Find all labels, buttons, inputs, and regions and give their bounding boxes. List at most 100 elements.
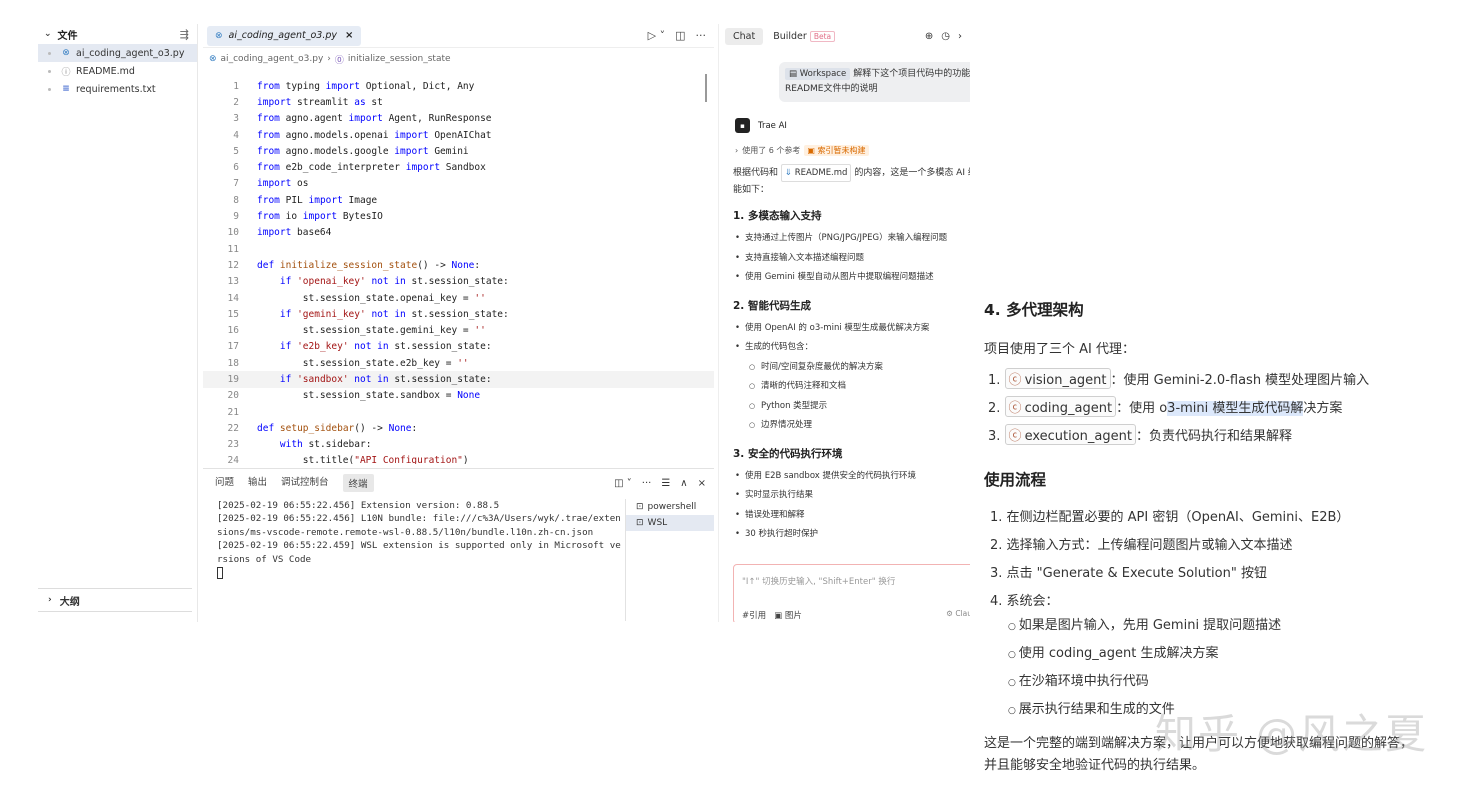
image-button[interactable]: ▣ 图片 — [774, 609, 802, 621]
panel-tab-list: 问题 输出 调试控制台 终端 — [215, 474, 374, 492]
agent-number: 3. — [988, 429, 1001, 444]
more-icon[interactable]: ··· — [696, 29, 707, 42]
code-token: st.session_state: — [388, 373, 492, 385]
code-line: 20 st.session_state.sandbox = None — [203, 388, 714, 404]
usage-step: 3. 点击 "Generate & Execute Solution" 按钮 — [990, 566, 1267, 581]
more-icon[interactable]: ··· — [642, 478, 652, 489]
section-list: 使用 E2B sandbox 提供安全的代码执行环境实时显示执行结果错误处理和解… — [733, 467, 970, 545]
file-list: ⊗ ai_coding_agent_o3.py ⓘ README.md ≡ require… — [38, 44, 197, 98]
explorer-section-header[interactable]: ⌄ 文件 ⇶ — [38, 24, 197, 44]
code-token: Optional, Dict, Any — [359, 80, 475, 92]
code-line: 8 from PIL import Image — [203, 192, 714, 208]
code-token: ) — [462, 455, 469, 464]
list-item: 实时显示执行结果 — [733, 486, 970, 506]
code-token: Sandbox — [440, 162, 486, 174]
tab-builder[interactable]: Builder Beta — [773, 30, 836, 42]
editor-scrollbar[interactable] — [705, 74, 711, 102]
terminal-output[interactable]: [2025-02-19 06:55:22.456] Extension vers… — [217, 499, 623, 579]
code-token: from — [257, 113, 280, 125]
readme-reference-chip[interactable]: ⇓ README.md — [780, 164, 852, 182]
code-line: 1 from typing import Optional, Dict, Any — [203, 78, 714, 94]
agent-chip[interactable]: ⓒ execution_agent — [1004, 424, 1136, 445]
line-number: 22 — [227, 422, 239, 434]
tab-chat[interactable]: Chat — [725, 27, 764, 45]
model-selector[interactable]: ⚙ Clau — [946, 609, 970, 618]
filter-icon[interactable]: ⇶ — [180, 28, 189, 41]
agent-desc: 决方案 — [1303, 401, 1343, 416]
code-token: '' — [474, 325, 486, 337]
class-icon: ⓒ — [1008, 429, 1022, 444]
agent-chip[interactable]: ⓒ vision_agent — [1004, 368, 1111, 389]
settings-icon[interactable]: ☰ — [661, 478, 670, 489]
code-token: : — [474, 259, 481, 271]
reference-button[interactable]: #引用 — [742, 609, 766, 621]
split-terminal-icon[interactable]: ◫ ˅ — [614, 478, 632, 489]
code-token: io — [279, 211, 303, 223]
editor-tab[interactable]: ⊗ ai_coding_agent_o3.py × — [207, 25, 362, 46]
close-icon[interactable]: × — [698, 478, 706, 489]
line-text: import streamlit as st — [257, 97, 383, 108]
close-icon[interactable]: × — [345, 30, 353, 41]
code-token: as — [354, 96, 366, 108]
code-token: st.title( — [257, 455, 355, 464]
code-token: from — [257, 194, 280, 206]
agent-chip[interactable]: ⓒ coding_agent — [1004, 396, 1117, 417]
chat-input-box[interactable]: "I↑" 切换历史输入, "Shift+Enter" 换行 #引用 ▣ 图片 ⚙… — [733, 564, 970, 622]
bullet-icon: ○ — [1008, 678, 1019, 688]
list-item: 支持通过上传图片（PNG/JPG/JPEG）来输入编程问题 — [733, 229, 970, 249]
terminal-icon: ⊡ — [636, 518, 644, 528]
image-button-label: 图片 — [784, 611, 802, 621]
code-token: streamlit — [291, 96, 355, 108]
panel-tab[interactable]: 问题 — [215, 474, 234, 492]
history-icon[interactable]: ◷ — [941, 31, 950, 42]
code-line: 17 if 'e2b_key' not in st.session_state: — [203, 339, 714, 355]
panel-tab[interactable]: 调试控制台 — [281, 474, 329, 492]
run-icon[interactable]: ▷ ˅ — [648, 29, 665, 42]
terminal-item[interactable]: ⊡ powershell — [626, 499, 714, 515]
line-text: st.session_state.openai_key = '' — [257, 293, 486, 304]
split-editor-icon[interactable]: ◫ — [675, 29, 685, 42]
chevron-right-icon[interactable]: › — [958, 31, 962, 42]
terminal-item[interactable]: ⊡ WSL — [626, 515, 714, 531]
file-item[interactable]: ⊗ ai_coding_agent_o3.py — [38, 44, 197, 62]
file-explorer: ⌄ 文件 ⇶ ⊗ ai_coding_agent_o3.py ⓘ README.md ≡… — [38, 24, 198, 622]
breadcrumb-symbol[interactable]: initialize_session_state — [348, 54, 451, 64]
file-item[interactable]: ⓘ README.md — [38, 62, 197, 80]
new-chat-icon[interactable]: ⊕ — [925, 31, 933, 42]
code-token: Agent, RunResponse — [382, 113, 492, 125]
panel-tab[interactable]: 输出 — [248, 474, 267, 492]
maximize-icon[interactable]: ∧ — [680, 478, 687, 489]
usage-substep: ○ 在沙箱环境中执行代码 — [1008, 670, 1149, 689]
terminal-cursor — [217, 566, 223, 579]
list-item: 清晰的代码注释和文档 — [733, 377, 970, 397]
tree-indent-dot — [48, 51, 51, 55]
file-item[interactable]: ≡ requirements.txt — [38, 80, 197, 98]
code-token: typing — [279, 80, 326, 92]
outline-title: 大纲 — [59, 596, 80, 608]
code-token: import — [394, 145, 429, 157]
breadcrumb-file[interactable]: ai_coding_agent_o3.py — [221, 54, 324, 64]
code-token: "API Configuration" — [354, 455, 463, 464]
workspace-chip[interactable]: ▤ Workspace — [785, 68, 851, 80]
outline-section[interactable]: › 大纲 — [38, 588, 192, 612]
references-row[interactable]: › 使用了 6 个参考 ▣ 索引暂未构建 — [735, 145, 869, 156]
list-item: 支持直接输入文本描述编程问题 — [733, 249, 970, 269]
list-item: 时间/空间复杂度最优的解决方案 — [733, 358, 970, 378]
code-token: st.session_state: — [405, 308, 509, 320]
panel-actions: ◫ ˅ ··· ☰ ∧ × — [614, 478, 706, 489]
code-token: 'sandbox' — [297, 373, 349, 385]
code-line: 19 if 'sandbox' not in st.session_state: — [203, 371, 714, 388]
line-number: 16 — [227, 325, 239, 337]
agent-item: 2. ⓒ coding_agent ：使用 o3-mini 模型生成代码解决方案 — [988, 396, 1342, 417]
code-token: None — [388, 422, 412, 434]
python-icon: ⊗ — [215, 30, 223, 41]
chevron-down-icon: ⌄ — [44, 29, 52, 39]
code-area[interactable]: 1 from typing import Optional, Dict, Any 2… — [203, 78, 714, 464]
line-number: 4 — [233, 129, 239, 141]
list-item: 边界情况处理 — [733, 416, 970, 436]
line-number: 11 — [227, 243, 239, 255]
code-line: 4 from agno.models.openai import OpenAICh… — [203, 127, 714, 143]
panel-tab[interactable]: 终端 — [342, 474, 374, 492]
line-number: 20 — [227, 390, 239, 402]
code-token: not in — [371, 308, 406, 320]
